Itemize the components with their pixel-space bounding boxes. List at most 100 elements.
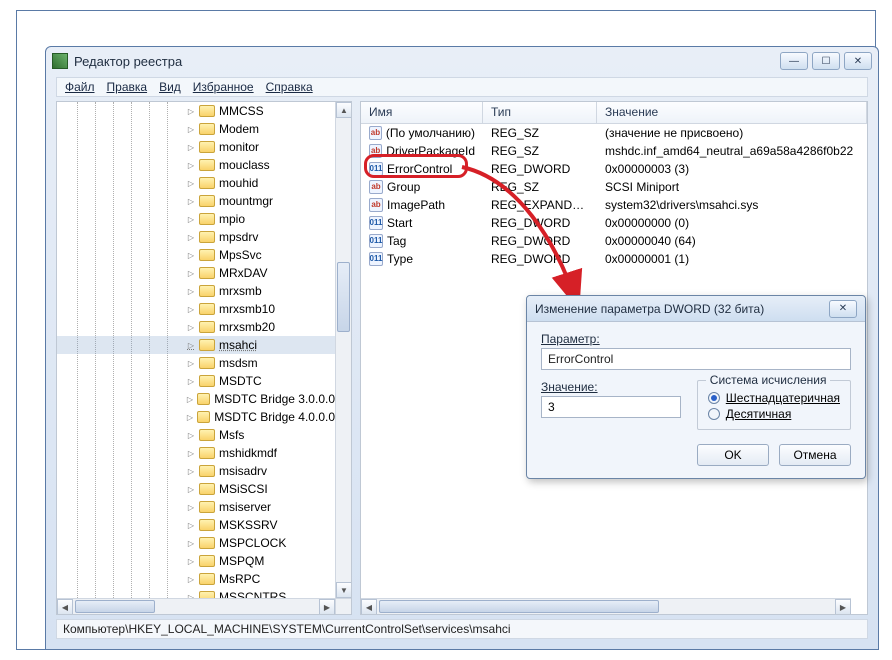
titlebar[interactable]: Редактор реестра <box>46 47 878 75</box>
scroll-thumb[interactable] <box>337 262 350 332</box>
list-row[interactable]: abDriverPackageIdREG_SZmshdc.inf_amd64_n… <box>361 142 867 160</box>
expand-icon[interactable] <box>185 537 197 549</box>
expand-icon[interactable] <box>185 303 197 315</box>
tree-item[interactable]: monitor <box>57 138 335 156</box>
radix-hex-option[interactable]: Шестнадцатеричная <box>708 391 840 405</box>
tree-item[interactable]: MpsSvc <box>57 246 335 264</box>
ok-button[interactable]: OK <box>697 444 769 466</box>
tree-item[interactable]: mrxsmb10 <box>57 300 335 318</box>
col-name[interactable]: Имя <box>361 102 483 123</box>
col-value[interactable]: Значение <box>597 102 867 123</box>
list-row[interactable]: 011TagREG_DWORD0x00000040 (64) <box>361 232 867 250</box>
cancel-button[interactable]: Отмена <box>779 444 851 466</box>
tree-item[interactable]: MsRPC <box>57 570 335 588</box>
tree-item[interactable]: mountmgr <box>57 192 335 210</box>
tree-item[interactable]: MSKSSRV <box>57 516 335 534</box>
tree-item[interactable]: mshidkmdf <box>57 444 335 462</box>
col-type[interactable]: Тип <box>483 102 597 123</box>
list-row[interactable]: 011StartREG_DWORD0x00000000 (0) <box>361 214 867 232</box>
scroll-right-icon[interactable]: ▶ <box>835 599 851 615</box>
expand-icon[interactable] <box>185 249 197 261</box>
scroll-h-thumb[interactable] <box>379 600 659 613</box>
tree-item[interactable]: Msfs <box>57 426 335 444</box>
scroll-h-thumb[interactable] <box>75 600 155 613</box>
scroll-left-icon[interactable]: ◀ <box>361 599 377 615</box>
tree-scrollbar-vertical[interactable]: ▲ ▼ <box>335 102 351 598</box>
expand-icon[interactable] <box>185 519 197 531</box>
menu-favorites[interactable]: Избранное <box>193 80 254 94</box>
tree-item[interactable]: mrxsmb <box>57 282 335 300</box>
list-scrollbar-horizontal[interactable]: ◀ ▶ <box>361 598 851 614</box>
menu-help[interactable]: Справка <box>266 80 313 94</box>
expand-icon[interactable] <box>185 429 197 441</box>
expand-icon[interactable] <box>185 267 197 279</box>
expand-icon[interactable] <box>185 285 197 297</box>
expand-icon[interactable] <box>185 231 197 243</box>
expand-icon[interactable] <box>185 591 197 598</box>
menu-edit[interactable]: Правка <box>107 80 148 94</box>
value-field[interactable] <box>541 396 681 418</box>
expand-icon[interactable] <box>185 321 197 333</box>
tree-item[interactable]: mrxsmb20 <box>57 318 335 336</box>
expand-icon[interactable] <box>185 555 197 567</box>
tree-item[interactable]: msisadrv <box>57 462 335 480</box>
list-row[interactable]: 011TypeREG_DWORD0x00000001 (1) <box>361 250 867 268</box>
tree-item[interactable]: mouclass <box>57 156 335 174</box>
tree-item-label: MSDTC <box>219 374 262 388</box>
tree-item[interactable]: MRxDAV <box>57 264 335 282</box>
list-row[interactable]: 011ErrorControlREG_DWORD0x00000003 (3) <box>361 160 867 178</box>
expand-icon[interactable] <box>185 501 197 513</box>
tree-item[interactable]: MSPQM <box>57 552 335 570</box>
expand-icon[interactable] <box>185 339 197 351</box>
tree-scrollbar-horizontal[interactable]: ◀ ▶ <box>57 598 335 614</box>
expand-icon[interactable] <box>185 483 197 495</box>
tree-item-label: Modem <box>219 122 259 136</box>
tree-item[interactable]: MSDTC Bridge 4.0.0.0 <box>57 408 335 426</box>
tree-item[interactable]: msahci <box>57 336 335 354</box>
expand-icon[interactable] <box>185 213 197 225</box>
dialog-titlebar[interactable]: Изменение параметра DWORD (32 бита) <box>527 296 865 322</box>
expand-icon[interactable] <box>185 375 197 387</box>
list-row[interactable]: abGroupREG_SZSCSI Miniport <box>361 178 867 196</box>
expand-icon[interactable] <box>185 357 197 369</box>
tree-list[interactable]: MMCSSModemmonitormouclassmouhidmountmgrm… <box>57 102 335 598</box>
expand-icon[interactable] <box>185 141 197 153</box>
tree-item[interactable]: MMCSS <box>57 102 335 120</box>
expand-icon[interactable] <box>185 447 197 459</box>
expand-icon[interactable] <box>185 195 197 207</box>
tree-item[interactable]: mpio <box>57 210 335 228</box>
minimize-button[interactable] <box>780 52 808 70</box>
list-rows[interactable]: ab(По умолчанию)REG_SZ(значение не присв… <box>361 124 867 268</box>
expand-icon[interactable] <box>185 393 195 405</box>
expand-icon[interactable] <box>185 177 197 189</box>
tree-item[interactable]: msdsm <box>57 354 335 372</box>
maximize-button[interactable] <box>812 52 840 70</box>
scroll-down-icon[interactable]: ▼ <box>336 582 352 598</box>
expand-icon[interactable] <box>185 465 197 477</box>
list-row[interactable]: abImagePathREG_EXPAND_SZsystem32\drivers… <box>361 196 867 214</box>
scroll-right-icon[interactable]: ▶ <box>319 599 335 615</box>
list-row[interactable]: ab(По умолчанию)REG_SZ(значение не присв… <box>361 124 867 142</box>
expand-icon[interactable] <box>185 573 197 585</box>
tree-item[interactable]: MSDTC Bridge 3.0.0.0 <box>57 390 335 408</box>
tree-item[interactable]: mouhid <box>57 174 335 192</box>
scroll-up-icon[interactable]: ▲ <box>336 102 352 118</box>
tree-item[interactable]: MSSCNTRS <box>57 588 335 598</box>
expand-icon[interactable] <box>185 411 195 423</box>
expand-icon[interactable] <box>185 105 197 117</box>
expand-icon[interactable] <box>185 123 197 135</box>
value-name: Type <box>387 252 413 266</box>
tree-item[interactable]: MSPCLOCK <box>57 534 335 552</box>
expand-icon[interactable] <box>185 159 197 171</box>
menu-file[interactable]: Файл <box>65 80 95 94</box>
close-button[interactable] <box>844 52 872 70</box>
tree-item[interactable]: MSDTC <box>57 372 335 390</box>
tree-item[interactable]: mpsdrv <box>57 228 335 246</box>
menu-view[interactable]: Вид <box>159 80 181 94</box>
tree-item[interactable]: MSiSCSI <box>57 480 335 498</box>
tree-item[interactable]: Modem <box>57 120 335 138</box>
radix-dec-option[interactable]: Десятичная <box>708 407 840 421</box>
scroll-left-icon[interactable]: ◀ <box>57 599 73 615</box>
tree-item[interactable]: msiserver <box>57 498 335 516</box>
dialog-close-button[interactable] <box>829 300 857 318</box>
